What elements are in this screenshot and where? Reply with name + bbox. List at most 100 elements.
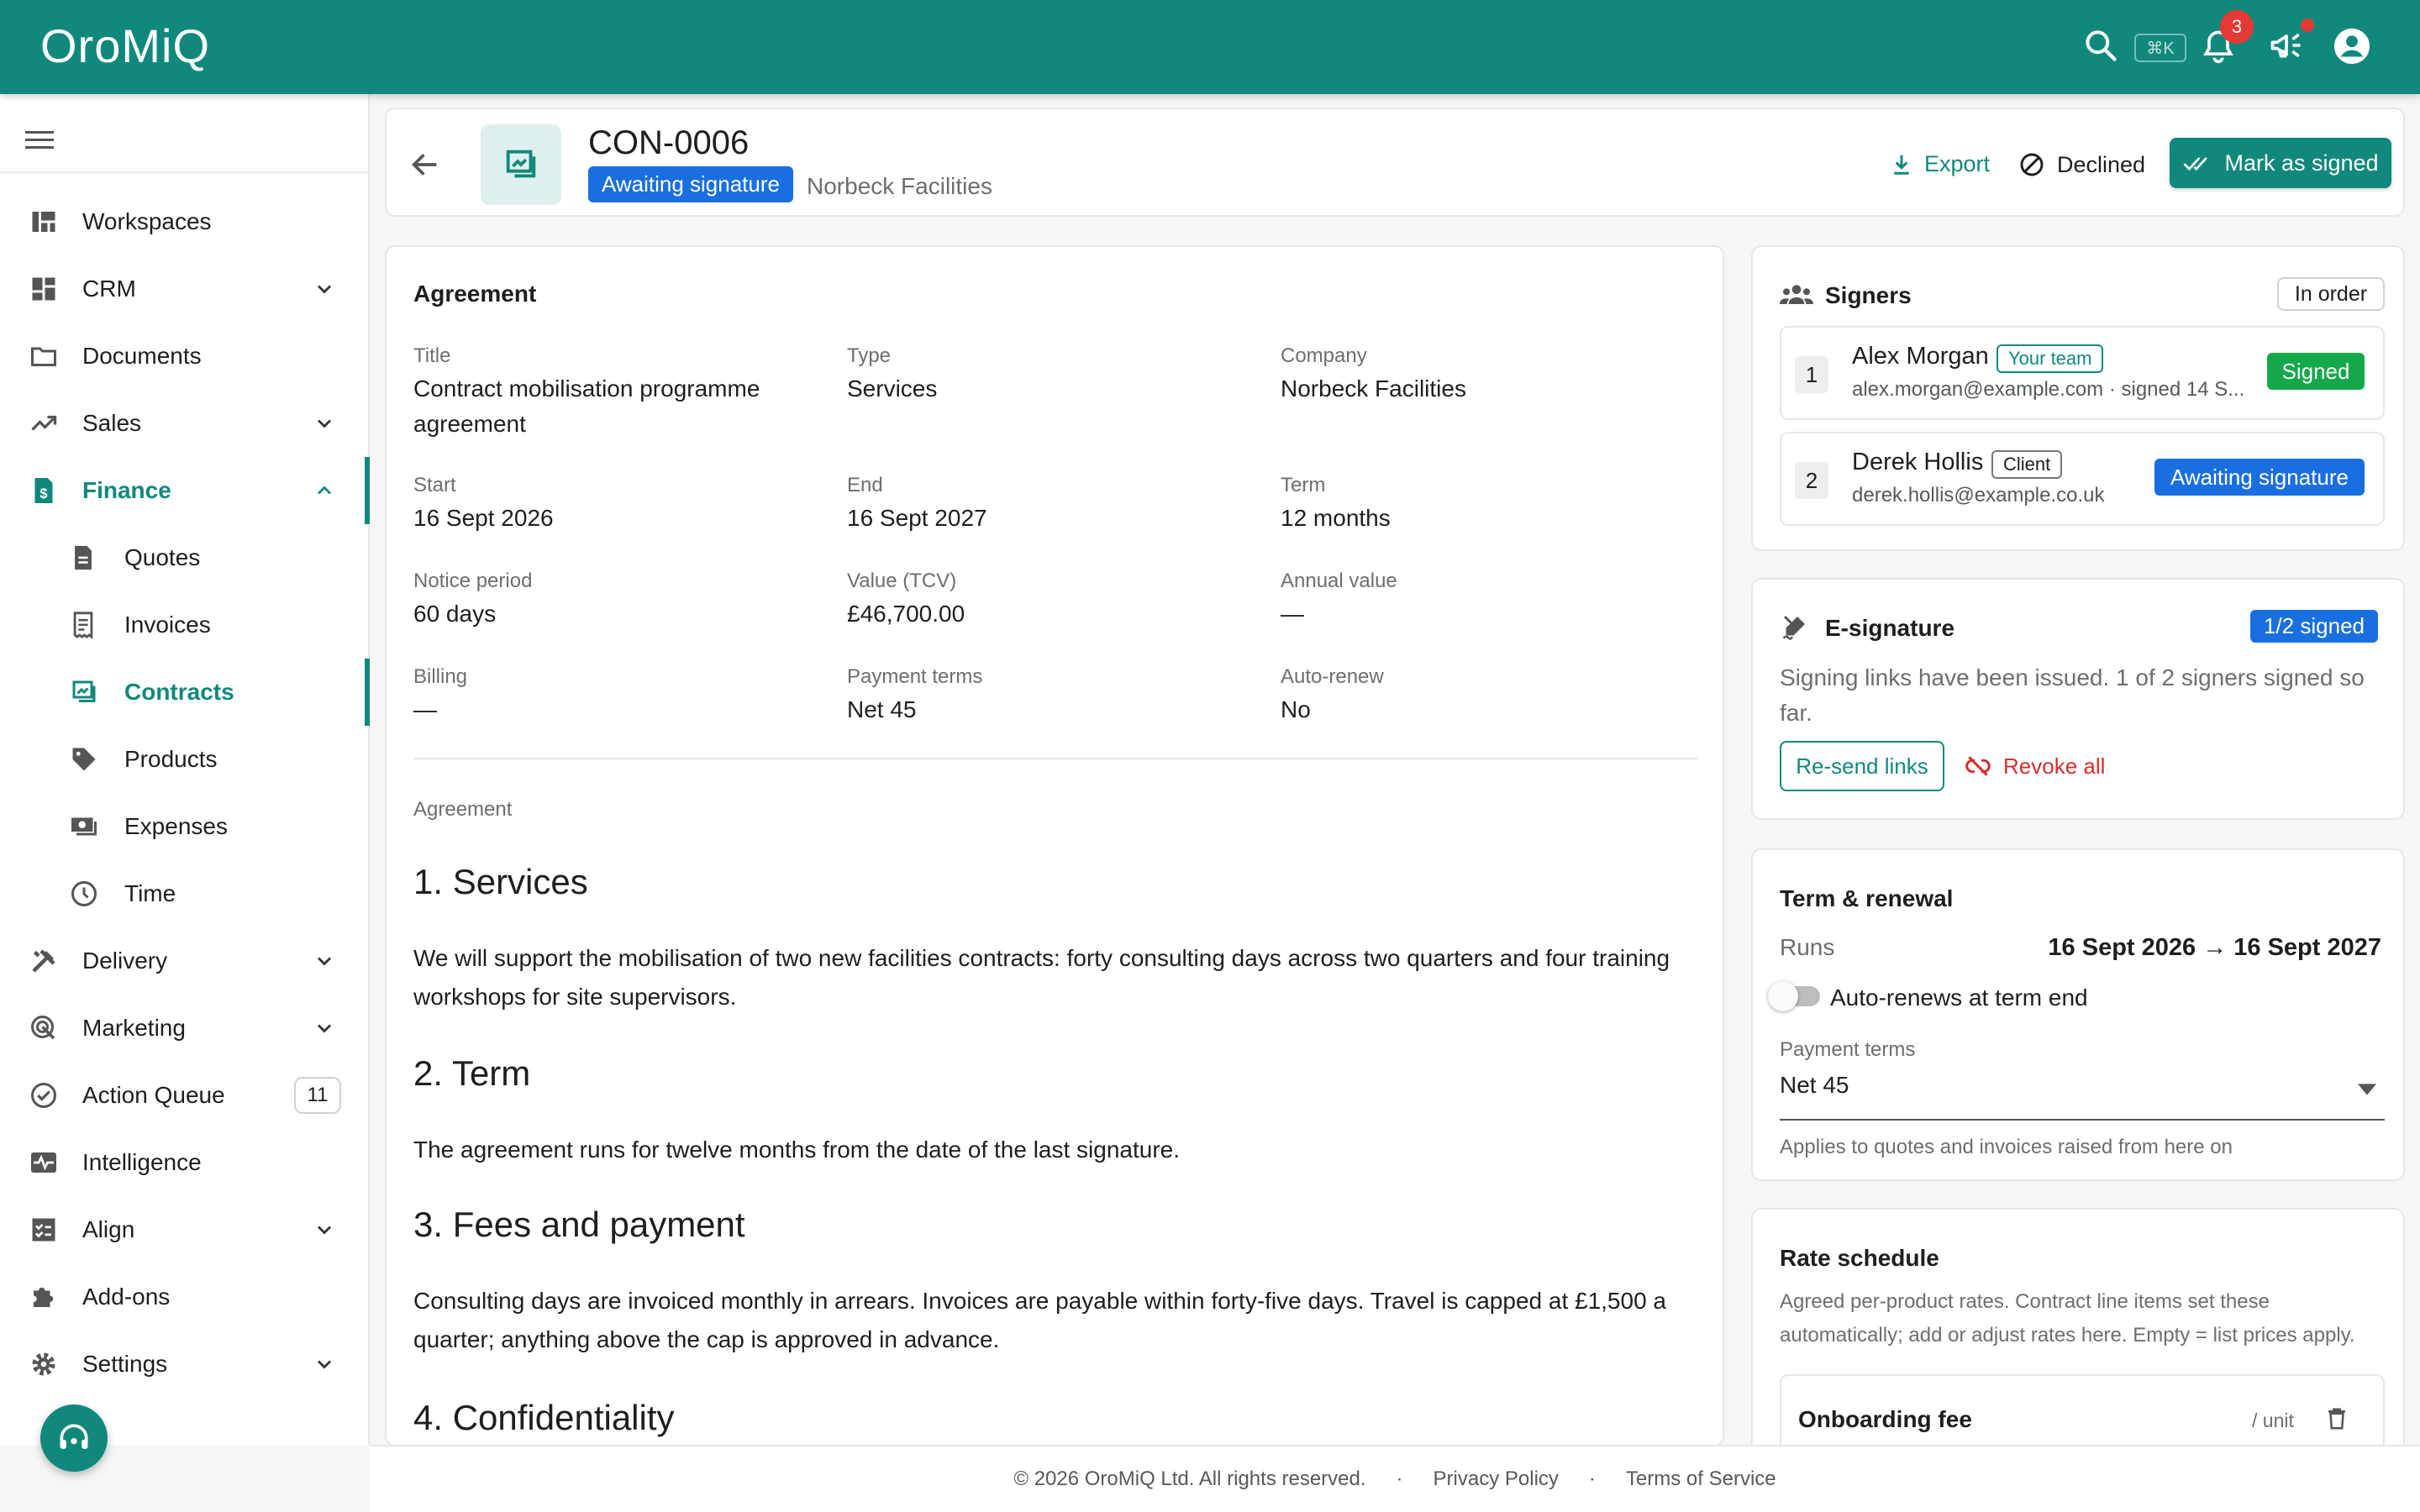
sidebar-item-delivery[interactable]: Delivery xyxy=(0,927,370,995)
cash-icon xyxy=(69,811,99,842)
rate-schedule-title: Rate schedule xyxy=(1780,1245,1939,1271)
runs-value: 16 Sept 2026 → 16 Sept 2027 xyxy=(2048,934,2381,961)
download-icon xyxy=(1889,152,1914,177)
contract-header: CON-0006 Awaiting signature Norbeck Faci… xyxy=(385,108,2405,217)
action-queue-count: 11 xyxy=(294,1077,341,1114)
chevron-down-icon xyxy=(313,277,336,301)
rate-product-name: Onboarding fee xyxy=(1798,1406,1972,1432)
headset-icon xyxy=(55,1420,92,1457)
terms-of-service-link[interactable]: Terms of Service xyxy=(1611,1467,1791,1491)
contract-sign-icon xyxy=(502,145,540,184)
payment-terms-select[interactable]: Net 45 xyxy=(1780,1065,2385,1121)
footer-separator: · xyxy=(1588,1467,1596,1490)
signer-email: alex.morgan@example.com · signed 14 S... xyxy=(1852,378,2245,401)
link-off-icon xyxy=(1965,753,1991,780)
sidebar-item-label: Time xyxy=(124,880,176,906)
field-value: Services xyxy=(847,375,938,402)
shortcut-hint: ⌘K xyxy=(2134,34,2186,62)
company-link[interactable]: Norbeck Facilities xyxy=(807,173,992,200)
signing-order-badge[interactable]: In order xyxy=(2277,277,2385,311)
signer-status-badge: Signed xyxy=(2267,353,2365,390)
revoke-all-button[interactable]: Revoke all xyxy=(1965,753,2105,780)
support-button[interactable] xyxy=(40,1404,108,1472)
quote-document-icon xyxy=(69,543,97,573)
rate-unit: / unit xyxy=(2252,1410,2294,1431)
menu-icon[interactable] xyxy=(25,129,54,151)
field-label: Annual value xyxy=(1281,570,1397,592)
sidebar-item-add-ons[interactable]: Add-ons xyxy=(0,1263,370,1331)
contract-id: CON-0006 xyxy=(588,124,750,161)
field-value: — xyxy=(413,696,437,722)
sidebar-item-label: Marketing xyxy=(82,1015,186,1041)
section-title: Agreement xyxy=(413,281,537,307)
clause-text: The agreement runs for twelve months fro… xyxy=(413,1137,1181,1163)
app-logo[interactable]: OroMiQ xyxy=(40,18,210,73)
search-icon[interactable] xyxy=(2082,27,2119,64)
sidebar-item-sales[interactable]: Sales xyxy=(0,390,370,457)
account-icon[interactable] xyxy=(2333,27,2371,66)
declined-button[interactable]: Declined xyxy=(2018,151,2145,178)
auto-renew-toggle-knob[interactable] xyxy=(1768,981,1798,1011)
sidebar-item-invoices[interactable]: Invoices xyxy=(0,591,370,659)
page-footer: © 2026 OroMiQ Ltd. All rights reserved. … xyxy=(370,1445,2420,1512)
payment-terms-label: Payment terms xyxy=(1780,1038,1916,1061)
trending-up-icon xyxy=(29,408,59,438)
chevron-down-icon xyxy=(313,1016,336,1040)
sidebar-item-label: Products xyxy=(124,746,218,772)
tools-icon xyxy=(29,946,59,976)
auto-renew-label: Auto-renews at term end xyxy=(1830,984,2088,1011)
chevron-down-icon xyxy=(313,949,336,973)
delete-icon[interactable] xyxy=(2324,1404,2349,1433)
agreement-card: Agreement Title Contract mobilisation pr… xyxy=(385,245,1724,1446)
sidebar-item-documents[interactable]: Documents xyxy=(0,323,370,390)
sidebar-item-products[interactable]: Products xyxy=(0,726,370,793)
rate-schedule-card: Rate schedule Agreed per-product rates. … xyxy=(1751,1208,2405,1460)
signer-tag: Client xyxy=(1991,450,2063,479)
field-label: Company xyxy=(1281,344,1367,367)
sidebar-item-time[interactable]: Time xyxy=(0,860,370,927)
sidebar-item-marketing[interactable]: Marketing xyxy=(0,995,370,1062)
field-label: End xyxy=(847,474,883,496)
announcement-dot xyxy=(2301,18,2314,32)
runs-label: Runs xyxy=(1780,934,1835,960)
section-divider xyxy=(413,758,1697,759)
signer-row[interactable]: 2 Derek Hollis Client derek.hollis@examp… xyxy=(1780,432,2385,526)
sidebar-item-intelligence[interactable]: Intelligence xyxy=(0,1129,370,1196)
field-value: Net 45 xyxy=(847,696,917,722)
sidebar-item-label: Settings xyxy=(82,1351,168,1377)
esignature-card: E-signature 1/2 signed Signing links hav… xyxy=(1751,578,2405,820)
dashboard-icon xyxy=(29,274,59,304)
sidebar-item-workspaces[interactable]: Workspaces xyxy=(0,188,370,255)
sidebar-item-action-queue[interactable]: Action Queue 11 xyxy=(0,1062,370,1129)
sidebar-item-contracts[interactable]: Contracts xyxy=(0,659,370,726)
sidebar-item-label: Documents xyxy=(82,343,202,369)
resend-links-button[interactable]: Re-send links xyxy=(1780,741,1944,791)
field-value: No xyxy=(1281,696,1311,722)
privacy-policy-link[interactable]: Privacy Policy xyxy=(1418,1467,1574,1491)
sidebar-item-quotes[interactable]: Quotes xyxy=(0,524,370,591)
export-button[interactable]: Export xyxy=(1889,151,1990,177)
sidebar-item-crm[interactable]: CRM xyxy=(0,255,370,323)
sidebar-item-label: Contracts xyxy=(124,679,234,705)
chevron-down-icon xyxy=(313,1352,336,1376)
arrow-back-icon[interactable] xyxy=(408,148,442,181)
clause-heading: 4. Confidentiality xyxy=(413,1398,675,1437)
sidebar-item-label: Invoices xyxy=(124,612,211,638)
sidebar-item-expenses[interactable]: Expenses xyxy=(0,793,370,860)
field-value: 16 Sept 2026 xyxy=(413,505,554,531)
sidebar-item-label: CRM xyxy=(82,276,136,302)
sidebar-item-label: Sales xyxy=(82,410,142,436)
notification-count-badge: 3 xyxy=(2220,10,2254,44)
megaphone-icon[interactable] xyxy=(2267,27,2306,64)
sidebar-item-finance[interactable]: $ Finance xyxy=(0,457,370,524)
signers-title: Signers xyxy=(1825,282,1912,308)
sidebar-item-settings[interactable]: Settings xyxy=(0,1331,370,1398)
sidebar-item-align[interactable]: Align xyxy=(0,1196,370,1263)
signer-row[interactable]: 1 Alex Morgan Your team alex.morgan@exam… xyxy=(1780,326,2385,420)
mark-as-signed-button[interactable]: Mark as signed xyxy=(2170,138,2391,188)
sidebar: Workspaces CRM Documents Sales $ Finance… xyxy=(0,94,370,1445)
sidebar-item-label: Quotes xyxy=(124,544,201,570)
sidebar-item-label: Action Queue xyxy=(82,1082,225,1108)
term-renewal-card: Term & renewal Runs 16 Sept 2026 → 16 Se… xyxy=(1751,848,2405,1181)
group-icon xyxy=(1780,282,1813,306)
